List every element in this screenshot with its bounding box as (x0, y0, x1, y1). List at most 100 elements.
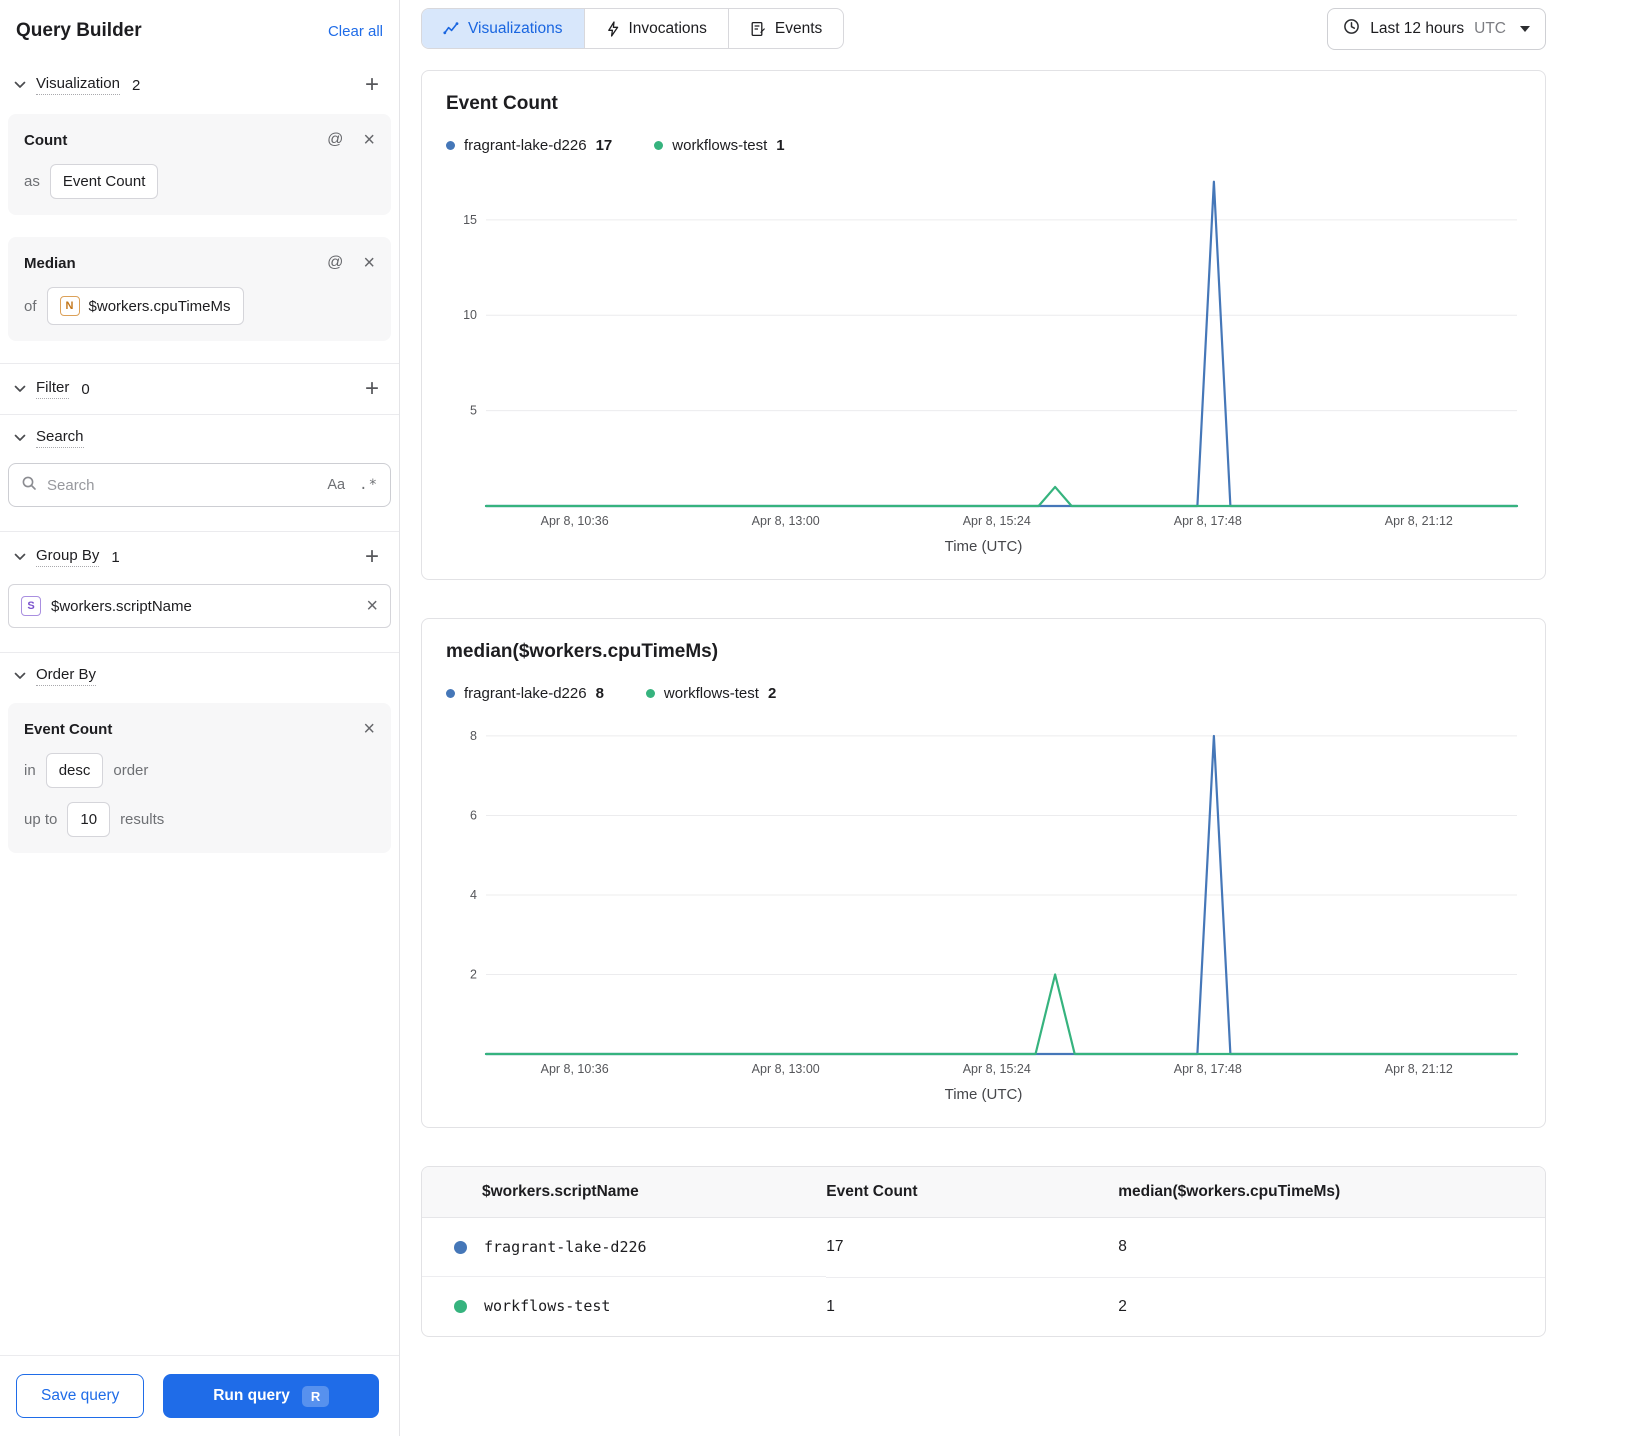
series-dot (654, 141, 664, 150)
query-builder-content: Query Builder Clear all Visualization 2 … (0, 0, 399, 1355)
search-box: Aa .* (8, 463, 391, 507)
svg-text:10: 10 (463, 308, 477, 322)
clear-all-link[interactable]: Clear all (328, 23, 383, 40)
card-actions: @ × (325, 130, 375, 150)
chevron-down-icon[interactable] (14, 434, 26, 442)
svg-text:Apr 8, 13:00: Apr 8, 13:00 (752, 1062, 820, 1076)
panel-title: Query Builder (16, 20, 142, 41)
svg-text:Apr 8, 15:24: Apr 8, 15:24 (963, 514, 1031, 528)
connector-label: as (24, 173, 40, 190)
match-case-icon[interactable]: Aa (327, 477, 345, 493)
tab-visualizations[interactable]: Visualizations (422, 9, 584, 48)
legend-item[interactable]: workflows-test 2 (645, 685, 777, 702)
line-chart-icon (443, 21, 459, 36)
event-count-value: 17 (826, 1217, 1119, 1278)
script-name: workflows-test (484, 1297, 611, 1315)
script-name: fragrant-lake-d226 (484, 1238, 647, 1256)
results-area: Visualizations Invocations Events Last 1… (400, 0, 1640, 1436)
time-range-selector[interactable]: Last 12 hours UTC (1327, 8, 1546, 50)
table-header-row: $workers.scriptName Event Count median($… (422, 1167, 1545, 1218)
order-by-card: Event Count × in desc order up to 10 res… (8, 703, 391, 853)
table-row: workflows-test 1 2 (422, 1277, 1545, 1336)
svg-text:Apr 8, 13:00: Apr 8, 13:00 (752, 514, 820, 528)
at-icon[interactable]: @ (325, 130, 345, 150)
alias-chip[interactable]: Event Count (49, 164, 159, 199)
svg-text:Apr 8, 15:24: Apr 8, 15:24 (963, 1062, 1031, 1076)
series-dot (454, 1240, 467, 1254)
series-name: workflows-test (672, 137, 768, 154)
visualization-section-label: Visualization (36, 75, 120, 95)
search-options: Aa .* (327, 477, 378, 493)
close-icon[interactable]: × (363, 253, 375, 273)
add-filter-button[interactable]: + (359, 377, 385, 401)
run-query-button[interactable]: Run query R (163, 1374, 379, 1418)
tab-label: Events (774, 19, 823, 37)
series-value: 1 (776, 137, 785, 154)
filter-count: 0 (81, 380, 90, 398)
query-actions-footer: Save query Run query R (0, 1355, 399, 1436)
panel-header: Query Builder Clear all (0, 10, 399, 60)
order-direction-chip[interactable]: desc (45, 753, 104, 788)
add-group-by-button[interactable]: + (359, 545, 385, 569)
add-visualization-button[interactable]: + (359, 73, 385, 97)
string-type-badge: S (21, 596, 41, 616)
order-by-section-label: Order By (36, 666, 97, 686)
table-row: fragrant-lake-d226 17 8 (422, 1217, 1545, 1278)
visualization-card-median: Median @ × of N $workers.cpuTimeMs (8, 237, 391, 341)
svg-text:Apr 8, 21:12: Apr 8, 21:12 (1385, 514, 1453, 528)
save-query-button[interactable]: Save query (16, 1374, 145, 1418)
limit-row: up to 10 results (24, 802, 375, 837)
legend-item[interactable]: fragrant-lake-d226 8 (446, 685, 604, 702)
lightning-icon (606, 20, 620, 37)
filter-section: Filter 0 + (0, 364, 399, 414)
tab-label: Invocations (628, 19, 707, 37)
results-table: $workers.scriptName Event Count median($… (422, 1167, 1545, 1336)
series-dot (645, 689, 655, 698)
group-by-section: Group By 1 + S $workers.scriptName × (0, 532, 399, 628)
visualization-count: 2 (131, 76, 141, 94)
view-tabs: Visualizations Invocations Events (421, 8, 845, 49)
clipboard-edit-icon (750, 21, 766, 37)
group-by-section-label: Group By (36, 547, 100, 567)
series-dot (446, 141, 455, 150)
search-icon (21, 475, 37, 495)
legend-item[interactable]: fragrant-lake-d226 17 (446, 137, 612, 154)
clock-icon (1343, 18, 1360, 40)
svg-text:2: 2 (470, 967, 477, 981)
chevron-down-icon[interactable] (14, 553, 26, 561)
median-value: 2 (1118, 1297, 1127, 1315)
chart-canvas[interactable]: 5 10 15 Apr 8, 10:36 Apr 8, 13:00 Apr 8, 15:2… (446, 166, 1521, 536)
close-icon[interactable]: × (363, 130, 375, 150)
series-value: 2 (767, 685, 777, 702)
regex-icon[interactable]: .* (359, 477, 378, 493)
group-by-item[interactable]: S $workers.scriptName × (8, 584, 391, 628)
visualization-card-count: Count @ × as Event Count (8, 114, 391, 215)
chevron-down-icon[interactable] (14, 81, 26, 89)
limit-chip[interactable]: 10 (67, 802, 111, 837)
x-axis-title: Time (UTC) (944, 1086, 1023, 1103)
close-icon[interactable]: × (366, 596, 378, 616)
series-name: fragrant-lake-d226 (464, 137, 587, 154)
legend-item[interactable]: workflows-test 1 (654, 137, 785, 154)
series-name: workflows-test (663, 685, 759, 702)
tab-events[interactable]: Events (727, 9, 843, 48)
at-icon[interactable]: @ (325, 253, 345, 273)
results-label: results (120, 811, 165, 828)
chevron-down-icon[interactable] (14, 385, 26, 393)
close-icon[interactable]: × (363, 719, 375, 739)
search-input[interactable] (47, 476, 318, 494)
search-section-label: Search (36, 428, 84, 448)
field-chip[interactable]: N $workers.cpuTimeMs (46, 287, 244, 325)
series-value: 8 (595, 685, 604, 702)
order-by-section: Order By Event Count × in desc order up … (0, 653, 399, 853)
chart-canvas[interactable]: 2 4 6 8 Apr 8, 10:36 Apr 8, 13:00 Apr 8, 15:24… (446, 714, 1521, 1084)
caret-down-icon (1520, 26, 1530, 32)
svg-text:Apr 8, 10:36: Apr 8, 10:36 (541, 514, 609, 528)
series-name: fragrant-lake-d226 (464, 685, 587, 702)
event-count-value: 1 (826, 1297, 835, 1315)
group-by-section-header: Group By 1 + (8, 532, 391, 582)
chevron-down-icon[interactable] (14, 672, 26, 680)
svg-text:Apr 8, 21:12: Apr 8, 21:12 (1385, 1062, 1453, 1076)
chart-title: median($workers.cpuTimeMs) (446, 641, 719, 662)
tab-invocations[interactable]: Invocations (583, 9, 728, 48)
